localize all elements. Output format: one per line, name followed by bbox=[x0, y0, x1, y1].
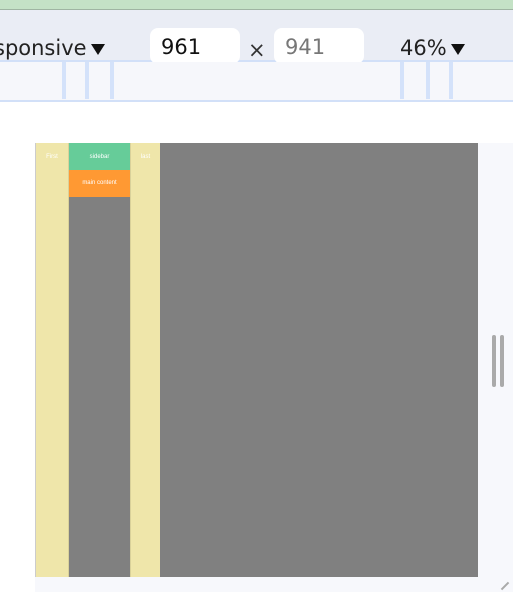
breakpoint-marker[interactable] bbox=[62, 62, 66, 99]
breakpoint-marker[interactable] bbox=[85, 62, 89, 99]
first-label: First bbox=[46, 154, 58, 160]
breakpoint-marker[interactable] bbox=[110, 62, 114, 99]
breakpoint-marker[interactable] bbox=[449, 62, 453, 99]
media-query-ruler bbox=[0, 62, 513, 102]
main-content-block: main content bbox=[69, 170, 130, 197]
sidebar-column: sidebar main content bbox=[69, 143, 130, 577]
resize-handle[interactable] bbox=[500, 335, 504, 387]
resize-handle[interactable] bbox=[492, 335, 496, 387]
responsive-toolbar: sponsive 961 × 941 46% bbox=[0, 10, 513, 64]
last-label: last bbox=[140, 154, 151, 160]
dimension-separator: × bbox=[248, 38, 266, 62]
device-select[interactable]: sponsive bbox=[0, 36, 105, 60]
breakpoint-marker[interactable] bbox=[400, 62, 404, 99]
dropdown-arrow-icon bbox=[450, 43, 465, 55]
top-strip bbox=[0, 0, 513, 10]
breakpoint-marker[interactable] bbox=[426, 62, 430, 99]
height-input[interactable]: 941 bbox=[274, 28, 364, 64]
width-input[interactable]: 961 bbox=[150, 28, 240, 64]
zoom-label: 46% bbox=[400, 36, 447, 60]
bottom-resize-pane bbox=[35, 577, 513, 592]
page-frame: First sidebar main content last bbox=[35, 143, 478, 577]
first-column: First bbox=[36, 143, 69, 577]
dropdown-arrow-icon bbox=[90, 43, 105, 55]
device-label: sponsive bbox=[0, 36, 87, 60]
last-column: last bbox=[130, 143, 160, 577]
sidebar-block: sidebar bbox=[69, 143, 130, 170]
zoom-select[interactable]: 46% bbox=[400, 36, 465, 60]
